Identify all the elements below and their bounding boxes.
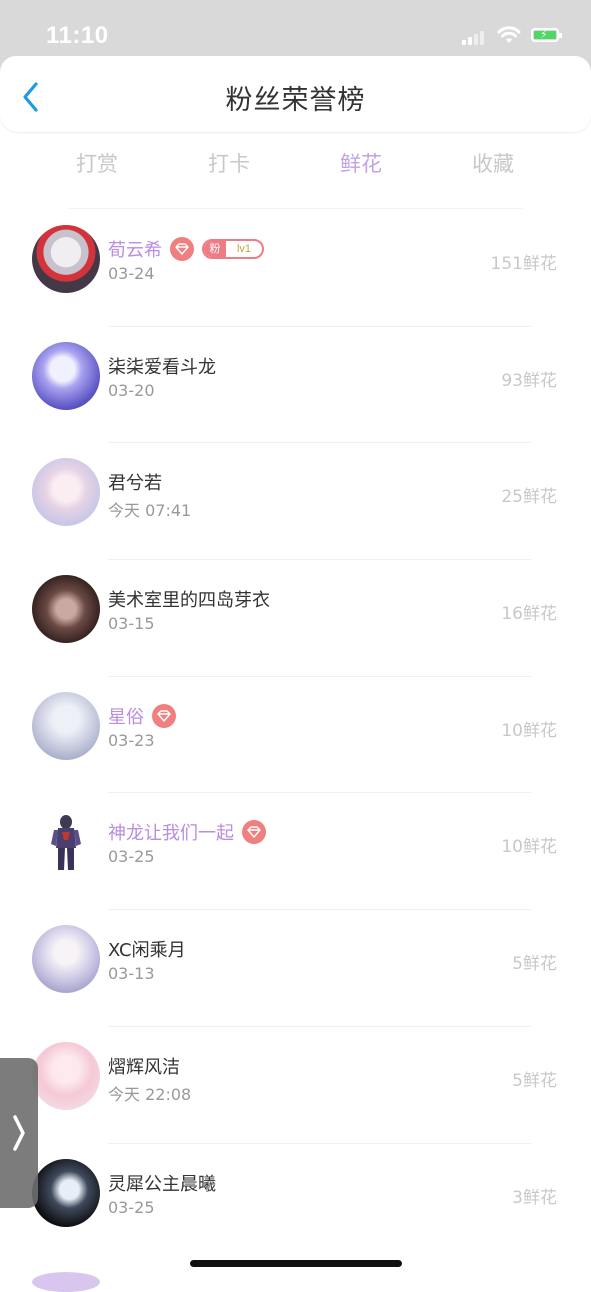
avatar[interactable] [32,808,100,877]
flower-count: 10鲜花 [501,720,557,741]
armored-figure-icon [51,815,81,871]
tab-flowers[interactable]: 鲜花 [316,148,406,178]
date-text: 03-25 [108,847,155,867]
tab-divider [68,208,523,209]
user-name: 荀云希粉 lv1 [108,236,264,263]
flower-count: 25鲜花 [501,487,557,508]
nav-header: 粉丝荣誉榜 [0,56,591,132]
wifi-icon [497,26,521,43]
side-drawer-handle[interactable] [0,1058,38,1208]
home-indicator[interactable] [190,1260,402,1267]
date-text: 03-23 [108,730,155,750]
flower-count: 151鲜花 [490,254,557,274]
list-item[interactable]: 柒柒爱看斗龙 03-20 93鲜花 [0,327,591,444]
list-item[interactable]: 神龙让我们一起 03-25 10鲜花 [0,793,591,911]
avatar[interactable] [32,1158,100,1227]
diamond-icon [242,820,266,845]
user-name: 君兮若 [108,473,162,495]
date-text: 03-13 [108,964,155,984]
diamond-icon [152,703,176,728]
list-item[interactable]: XC闲乘月 03-13 5鲜花 [0,910,591,1027]
avatar[interactable] [32,925,100,994]
avatar[interactable] [32,1041,100,1110]
tab-reward[interactable]: 打赏 [52,148,142,178]
date-text: 03-24 [108,264,155,283]
date-text: 03-25 [108,1197,155,1217]
user-name: 柒柒爱看斗龙 [108,356,216,378]
list-item[interactable]: 星俗 03-23 10鲜花 [0,677,591,794]
flower-count: 16鲜花 [501,604,557,625]
list-item[interactable]: 灵犀公主晨曦 03-25 3鲜花 [0,1144,591,1261]
user-name: 美术室里的四岛芽衣 [108,590,270,612]
avatar[interactable] [32,691,100,760]
diamond-icon [170,237,194,261]
flower-count: 5鲜花 [512,954,557,975]
page-title: 粉丝荣誉榜 [225,85,366,116]
user-name: 灵犀公主晨曦 [108,1173,216,1195]
list-item[interactable]: 熠辉风洁 今天 22:08 5鲜花 [0,1027,591,1144]
date-text: 今天 07:41 [108,501,192,521]
fan-level-badge: 粉 lv1 [202,239,264,259]
list-item[interactable]: 美术室里的四岛芽衣 03-15 16鲜花 [0,560,591,677]
date-text: 今天 22:08 [108,1084,192,1104]
date-text: 03-15 [108,614,155,634]
flower-count: 10鲜花 [501,837,557,858]
tab-bar: 打赏 打卡 鲜花 收藏 [0,140,591,190]
avatar[interactable] [32,341,100,410]
user-name: 星俗 [108,703,176,730]
tab-checkin[interactable]: 打卡 [184,148,274,178]
avatar[interactable] [32,458,100,527]
fan-ranking-list: 荀云希粉 lv1 03-24 151鲜花 柒柒爱看斗龙 03-20 93鲜花 君兮… [0,210,591,1260]
flower-count: 5鲜花 [512,1070,557,1091]
list-item[interactable]: 君兮若 今天 07:41 25鲜花 [0,443,591,561]
avatar[interactable] [32,1272,100,1292]
battery-icon: ⚡ [531,28,562,42]
list-item[interactable]: 荀云希粉 lv1 03-24 151鲜花 [0,210,591,327]
chevron-right-icon [13,1115,25,1151]
signal-icon [462,31,486,45]
user-name: XC闲乘月 [108,940,186,962]
avatar[interactable] [32,225,100,293]
avatar[interactable] [32,575,100,644]
user-name: 神龙让我们一起 [108,819,266,846]
user-name: 熠辉风洁 [108,1056,180,1078]
flower-count: 3鲜花 [512,1187,557,1208]
flower-count: 93鲜花 [501,370,557,391]
date-text: 03-20 [108,380,155,400]
tab-favorites[interactable]: 收藏 [448,148,538,178]
status-time: 11:10 [46,22,109,49]
